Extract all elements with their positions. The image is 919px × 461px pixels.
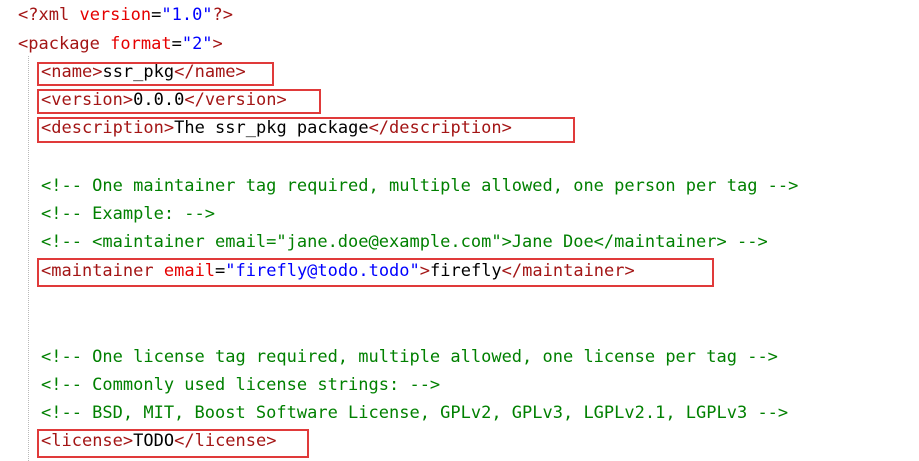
version-line[interactable]: <version>0.0.0</version> — [41, 86, 287, 114]
maintainer-end-close: > — [624, 261, 635, 281]
version-open-bracket: < — [41, 90, 52, 110]
name-value: ssr_pkg — [102, 62, 175, 82]
maintainer-end-open: </ — [501, 261, 523, 281]
package-open-bracket: < — [18, 34, 29, 54]
maintainer-name: firefly — [430, 261, 502, 281]
version-value: 0.0.0 — [133, 90, 185, 110]
license-value: TODO — [133, 431, 175, 451]
version-end-close: > — [276, 90, 287, 110]
maintainer-email-value: "firefly@todo.todo" — [225, 261, 420, 281]
name-end-close: > — [235, 62, 246, 82]
license-tag: license — [51, 431, 123, 451]
package-attr: format — [110, 34, 172, 54]
comment-license-1: <!-- One license tag required, multiple … — [41, 347, 778, 367]
description-end-close: > — [501, 118, 512, 138]
maintainer-attr: email — [163, 261, 216, 281]
package-tag: package — [28, 34, 100, 54]
license-end-close: > — [266, 431, 277, 451]
name-tag: name — [51, 62, 93, 82]
maintainer-close-bracket: > — [419, 261, 431, 281]
maintainer-eq: = — [215, 261, 226, 281]
description-end-open: </ — [368, 118, 390, 138]
license-open-bracket: < — [41, 431, 52, 451]
indent-guide — [28, 56, 29, 461]
decl-open: <? — [18, 5, 39, 25]
name-end-open: </ — [174, 62, 195, 82]
xml-declaration-line[interactable]: <?xml version="1.0"?> — [18, 1, 233, 29]
package-eq: = — [171, 34, 182, 54]
version-end-tag: version — [204, 90, 277, 110]
description-end-tag: description — [389, 118, 502, 138]
license-end-open: </ — [174, 431, 195, 451]
license-line[interactable]: <license>TODO</license> — [41, 427, 277, 455]
description-open-bracket: < — [41, 118, 52, 138]
version-close-bracket: > — [122, 90, 134, 110]
package-close-bracket: > — [212, 34, 223, 54]
decl-value: "1.0" — [161, 5, 213, 25]
name-end-tag: name — [194, 62, 236, 82]
comment-maintainer-3: <!-- <maintainer email="jane.doe@example… — [41, 232, 768, 252]
comment-license-2: <!-- Commonly used license strings: --> — [41, 375, 441, 395]
comment-maintainer-2: <!-- Example: --> — [41, 204, 215, 224]
decl-eq: = — [151, 5, 162, 25]
description-value: The ssr_pkg package — [174, 118, 369, 138]
description-close-bracket: > — [163, 118, 175, 138]
comment-license-3: <!-- BSD, MIT, Boost Software License, G… — [41, 403, 789, 423]
maintainer-open-bracket: < — [41, 261, 52, 281]
package-value: "2" — [181, 34, 213, 54]
maintainer-line[interactable]: <maintainer email="firefly@todo.todo">fi… — [41, 257, 635, 285]
description-tag: description — [51, 118, 164, 138]
maintainer-end-tag: maintainer — [522, 261, 625, 281]
description-line[interactable]: <description>The ssr_pkg package</descri… — [41, 114, 512, 142]
maintainer-tag: maintainer — [51, 261, 154, 281]
name-line[interactable]: <name>ssr_pkg</name> — [41, 58, 246, 86]
license-close-bracket: > — [122, 431, 134, 451]
xml-editor[interactable]: <?xml version="1.0"?> <package format="2… — [0, 0, 919, 461]
decl-attr: version — [79, 5, 152, 25]
name-open-bracket: < — [41, 62, 52, 82]
name-close-bracket: > — [92, 62, 103, 82]
comment-maintainer-1: <!-- One maintainer tag required, multip… — [41, 176, 799, 196]
decl-tag: xml — [38, 5, 70, 25]
decl-close: ?> — [212, 5, 234, 25]
version-tag: version — [51, 90, 123, 110]
package-open-line[interactable]: <package format="2"> — [18, 30, 223, 58]
license-end-tag: license — [194, 431, 267, 451]
version-end-open: </ — [184, 90, 205, 110]
